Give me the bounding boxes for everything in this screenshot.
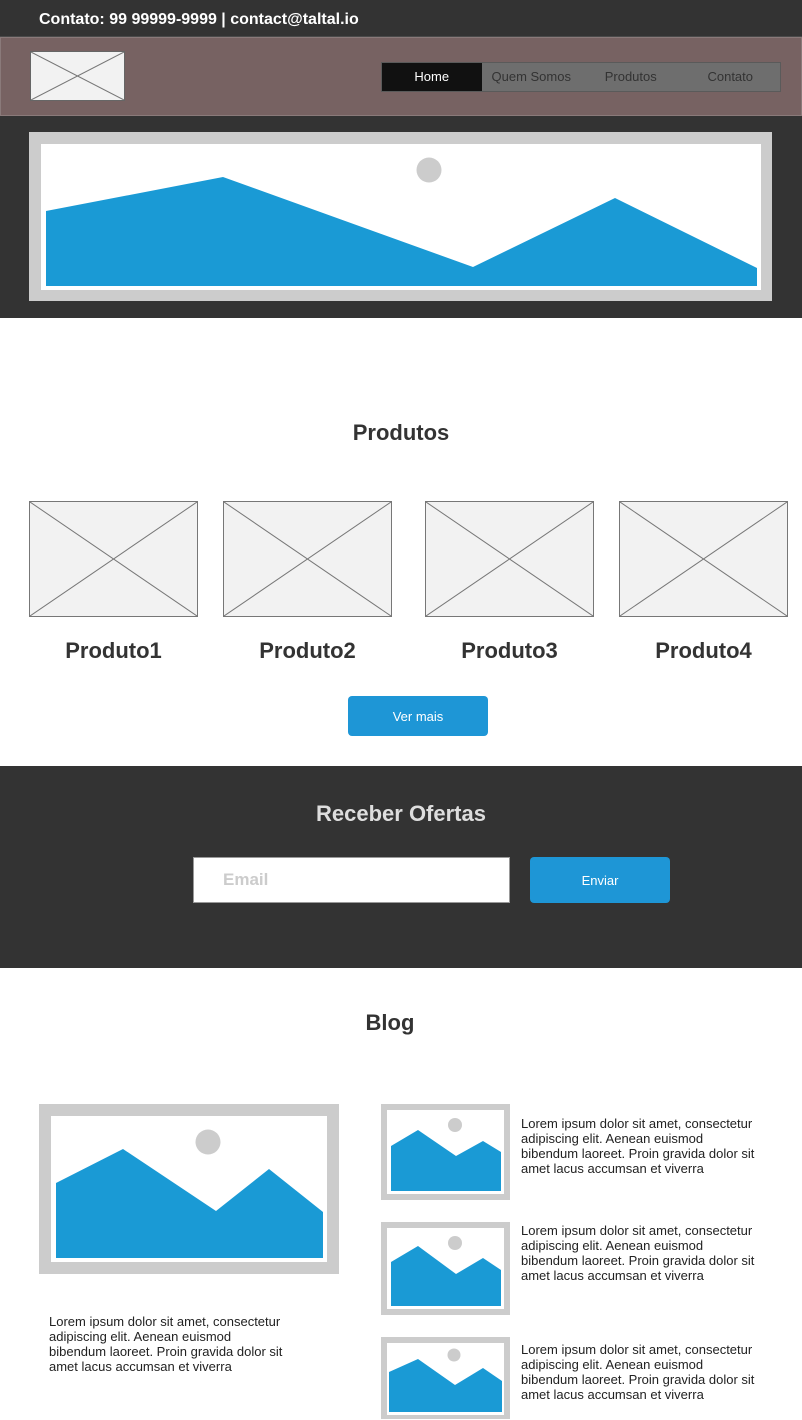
product-name[interactable]: Produto4 — [619, 638, 788, 664]
contact-info: Contato: 99 99999-9999 | contact@taltal.… — [39, 11, 359, 28]
ofertas-heading: Receber Ofertas — [316, 801, 486, 826]
blog-post-excerpt: Lorem ipsum dolor sit amet, consectetur … — [521, 1116, 755, 1176]
nav-item-contato[interactable]: Contato — [681, 63, 781, 91]
product-image-placeholder-icon[interactable] — [619, 501, 788, 617]
product-image-placeholder-icon[interactable] — [223, 501, 392, 617]
product-name[interactable]: Produto1 — [29, 638, 198, 664]
blog-post-excerpt: Lorem ipsum dolor sit amet, consectetur … — [521, 1342, 755, 1402]
email-field[interactable] — [193, 857, 510, 903]
blog-heading: Blog — [365, 1010, 415, 1035]
nav-item-quem-somos[interactable]: Quem Somos — [482, 63, 582, 91]
blog-thumb-image-icon[interactable] — [387, 1343, 504, 1415]
product-image-placeholder-icon[interactable] — [29, 501, 198, 617]
ver-mais-button[interactable]: Ver mais — [348, 696, 488, 736]
blog-post-excerpt: Lorem ipsum dolor sit amet, consectetur … — [521, 1223, 755, 1283]
main-nav: Home Quem Somos Produtos Contato — [381, 62, 781, 92]
produtos-heading: Produtos — [352, 420, 450, 445]
blog-thumb-image-icon[interactable] — [387, 1110, 504, 1194]
blog-main-excerpt: Lorem ipsum dolor sit amet, consectetur … — [49, 1314, 283, 1374]
hero-image-icon — [41, 144, 761, 290]
blog-thumb-image-icon[interactable] — [387, 1228, 504, 1309]
nav-item-home[interactable]: Home — [382, 63, 482, 91]
product-name[interactable]: Produto2 — [223, 638, 392, 664]
product-name[interactable]: Produto3 — [425, 638, 594, 664]
logo-placeholder-icon[interactable] — [30, 51, 125, 101]
nav-item-produtos[interactable]: Produtos — [581, 63, 681, 91]
product-image-placeholder-icon[interactable] — [425, 501, 594, 617]
blog-main-image-icon[interactable] — [51, 1116, 327, 1262]
enviar-button[interactable]: Enviar — [530, 857, 670, 903]
